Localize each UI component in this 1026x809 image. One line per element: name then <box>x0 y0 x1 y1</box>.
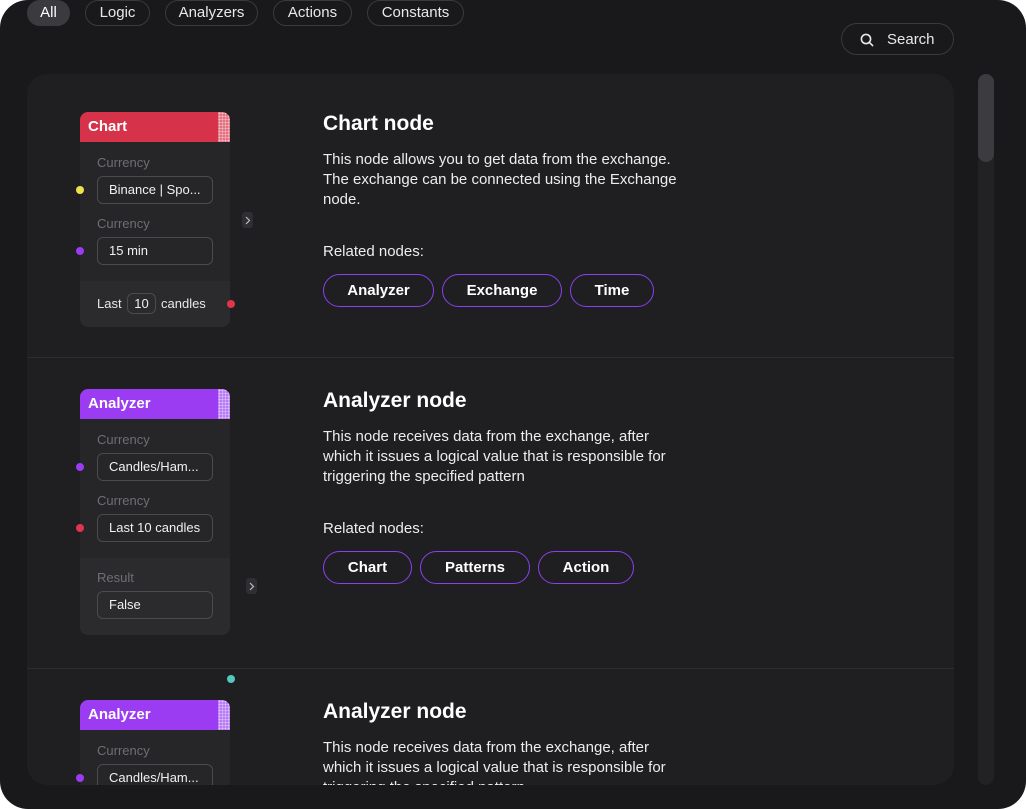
node-description: This node receives data from the exchang… <box>323 428 666 485</box>
search-icon <box>860 33 874 47</box>
input-port[interactable] <box>76 463 84 471</box>
input-port[interactable] <box>76 186 84 194</box>
node-card-header: Chart <box>80 112 230 142</box>
node-entry-chart: Chart Currency Binance | Spo... Currency… <box>27 74 954 357</box>
field-label: Currency <box>97 216 150 231</box>
filter-chip-logic[interactable]: Logic <box>85 0 150 26</box>
related-node-button[interactable]: Patterns <box>420 551 530 584</box>
node-title: Chart node <box>323 112 434 135</box>
node-title: Analyzer node <box>323 700 467 723</box>
related-node-button[interactable]: Chart <box>323 551 412 584</box>
related-node-button[interactable]: Exchange <box>442 274 562 307</box>
related-node-button[interactable]: Time <box>570 274 654 307</box>
field-label: Currency <box>97 432 150 447</box>
node-card-title: Analyzer <box>88 395 151 412</box>
filter-chip-actions[interactable]: Actions <box>273 0 352 26</box>
input-port[interactable] <box>76 774 84 782</box>
expand-chevron-button[interactable] <box>246 578 257 594</box>
chevron-right-icon <box>245 216 251 225</box>
scrollbar-thumb[interactable] <box>978 74 994 162</box>
footer-suffix: candles <box>161 296 206 311</box>
node-card-header: Analyzer <box>80 700 230 730</box>
node-card-analyzer[interactable]: Analyzer Currency Candles/Ham... Currenc… <box>80 389 230 635</box>
search-button[interactable]: Search <box>841 23 954 55</box>
node-card-title: Chart <box>88 118 128 135</box>
currency-field[interactable]: Binance | Spo... <box>97 176 213 204</box>
filter-chip-all[interactable]: All <box>27 0 70 26</box>
node-description: This node allows you to get data from th… <box>323 151 677 208</box>
related-nodes-label: Related nodes: <box>323 520 424 537</box>
search-label: Search <box>887 31 935 48</box>
related-node-button[interactable]: Action <box>538 551 634 584</box>
node-card-title: Analyzer <box>88 706 151 723</box>
footer-prefix: Last <box>97 296 122 311</box>
expand-chevron-button[interactable] <box>242 212 253 228</box>
node-card-analyzer[interactable]: Analyzer Currency Candles/Ham... <box>80 700 230 785</box>
field-label: Currency <box>97 493 150 508</box>
node-title: Analyzer node <box>323 389 467 412</box>
field-label: Currency <box>97 743 150 758</box>
filter-chip-constants[interactable]: Constants <box>367 0 464 26</box>
node-card-footer: Last 10 candles <box>80 281 230 327</box>
chevron-right-icon <box>249 582 255 591</box>
pattern-field[interactable]: Candles/Ham... <box>97 764 213 785</box>
drag-handle-icon[interactable] <box>218 700 230 730</box>
candles-field[interactable]: Last 10 candles <box>97 514 213 542</box>
result-label: Result <box>97 570 134 585</box>
candles-count-input[interactable]: 10 <box>127 293 156 314</box>
drag-handle-icon[interactable] <box>218 389 230 419</box>
related-nodes-label: Related nodes: <box>323 243 424 260</box>
node-card-result: Result False <box>80 558 230 635</box>
drag-handle-icon[interactable] <box>218 112 230 142</box>
scrollbar-track[interactable] <box>978 74 994 785</box>
node-card-header: Analyzer <box>80 389 230 419</box>
pattern-field[interactable]: Candles/Ham... <box>97 453 213 481</box>
output-port[interactable] <box>227 300 235 308</box>
timeframe-field[interactable]: 15 min <box>97 237 213 265</box>
related-node-button[interactable]: Analyzer <box>323 274 434 307</box>
node-card-chart[interactable]: Chart Currency Binance | Spo... Currency… <box>80 112 230 327</box>
filter-chip-analyzers[interactable]: Analyzers <box>165 0 258 26</box>
input-port[interactable] <box>76 524 84 532</box>
node-entry-analyzer: Analyzer Currency Candles/Ham... Analyze… <box>27 669 954 785</box>
node-description: This node receives data from the exchang… <box>323 739 666 785</box>
node-list-panel: Chart Currency Binance | Spo... Currency… <box>27 74 954 785</box>
node-entry-analyzer: Analyzer Currency Candles/Ham... Currenc… <box>27 358 954 683</box>
result-field[interactable]: False <box>97 591 213 619</box>
input-port[interactable] <box>76 247 84 255</box>
field-label: Currency <box>97 155 150 170</box>
node-library-window: All Logic Analyzers Actions Constants Se… <box>0 0 1026 809</box>
